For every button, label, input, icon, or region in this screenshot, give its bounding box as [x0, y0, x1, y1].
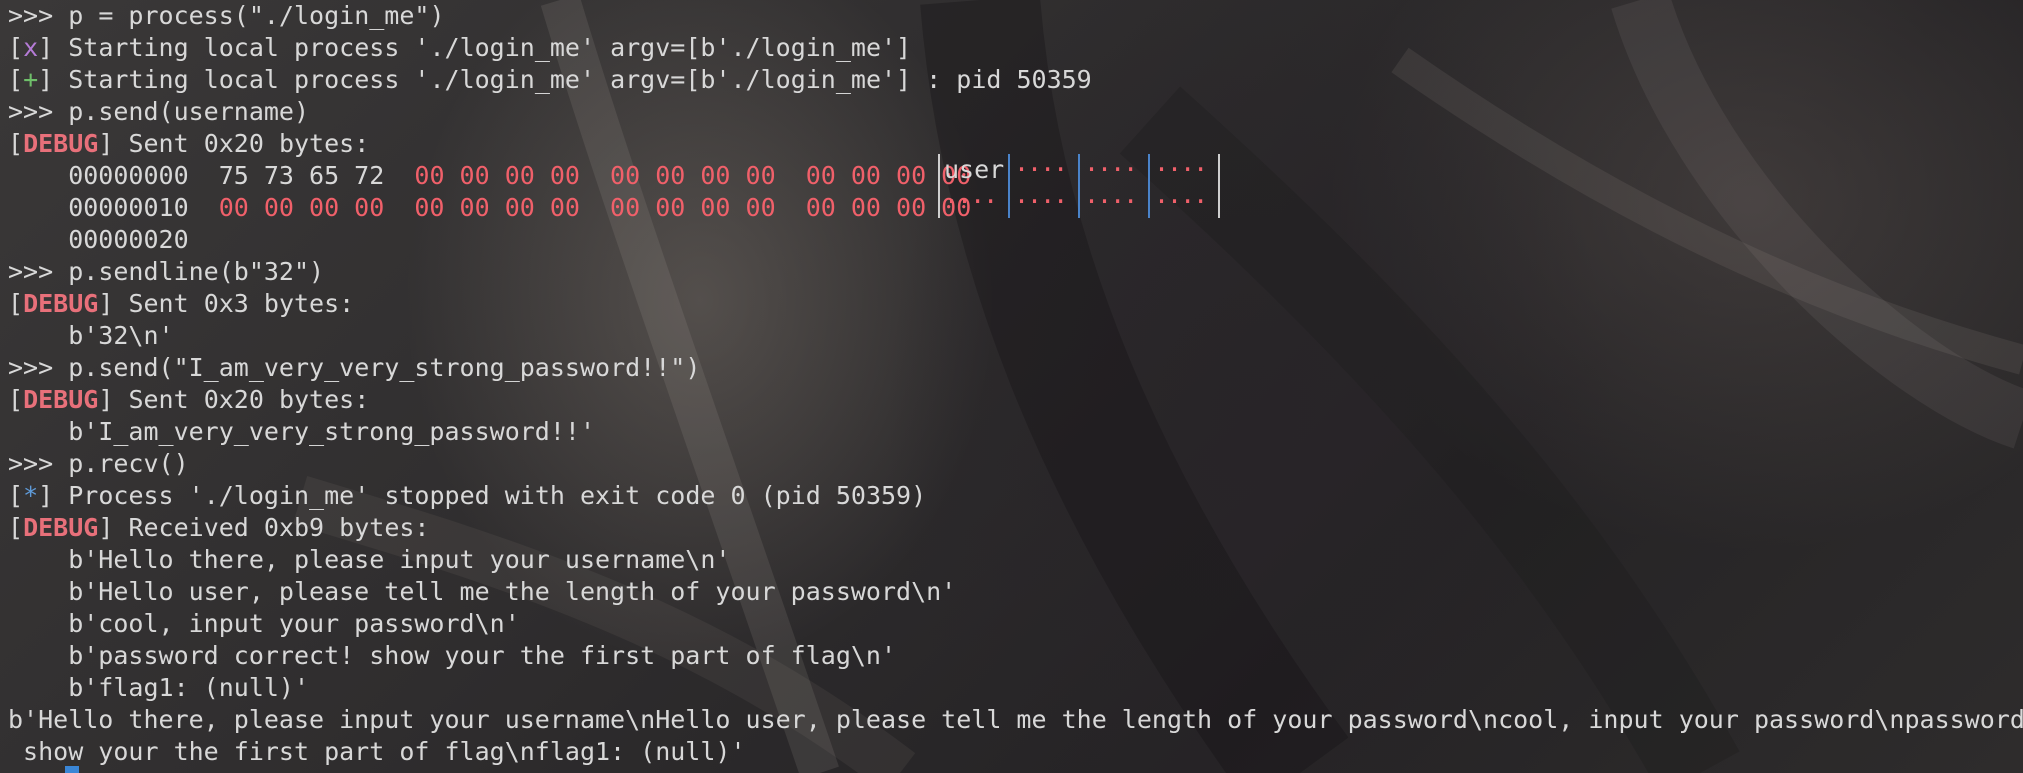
terminal-line: >>> p.send(username)	[8, 97, 310, 126]
hexdump-ascii-row: ···· ···· ···· ····	[938, 186, 1220, 218]
terminal-line: b'password correct! show your the first …	[8, 641, 897, 670]
terminal-line: b'I_am_very_very_strong_password!!'	[8, 417, 595, 446]
debug-marker: DEBUG	[23, 129, 99, 158]
terminal-output: >>> p = process("./login_me") [x] Starti…	[8, 0, 2023, 768]
terminal-line: [DEBUG] Received 0xb9 bytes:	[8, 513, 430, 542]
status-marker-plus: +	[23, 65, 39, 94]
ascii-cell: ····	[1008, 186, 1078, 218]
ascii-cell: ····	[938, 186, 1008, 218]
terminal-line: b'Hello there, please input your usernam…	[8, 705, 2023, 734]
text-cursor	[65, 766, 79, 773]
ascii-cell: ····	[1148, 154, 1220, 186]
terminal-line: [*] Process './login_me' stopped with ex…	[8, 481, 927, 510]
hexdump-ascii-panel: user ···· ···· ···· ···· ···· ···· ····	[938, 154, 1220, 218]
terminal-line: >>> p.recv()	[8, 449, 189, 478]
hexdump-ascii-row: user ···· ···· ····	[938, 154, 1220, 186]
ascii-cell: ····	[1078, 186, 1148, 218]
terminal-line: b'32\n'	[8, 321, 174, 350]
ascii-cell: ····	[1078, 154, 1148, 186]
hexdump-line: 00000020	[8, 225, 189, 254]
terminal-line: [DEBUG] Sent 0x3 bytes:	[8, 289, 355, 318]
terminal-line: b'flag1: (null)'	[8, 673, 310, 702]
terminal-line: b'cool, input your password\n'	[8, 609, 520, 638]
terminal-line: >>> p = process("./login_me")	[8, 1, 445, 30]
ascii-cell: user	[938, 154, 1008, 186]
debug-marker: DEBUG	[23, 513, 99, 542]
ascii-cell: ····	[1148, 186, 1220, 218]
terminal-window[interactable]: >>> p = process("./login_me") [x] Starti…	[0, 0, 2023, 773]
status-marker-x: x	[23, 33, 39, 62]
ascii-cell: ····	[1008, 154, 1078, 186]
debug-marker: DEBUG	[23, 385, 99, 414]
terminal-line: b'Hello there, please input your usernam…	[8, 545, 731, 574]
terminal-line: [x] Starting local process './login_me' …	[8, 33, 912, 62]
terminal-line: [DEBUG] Sent 0x20 bytes:	[8, 385, 370, 414]
status-marker-star: *	[23, 481, 39, 510]
terminal-line: >>> p.send("I_am_very_very_strong_passwo…	[8, 353, 701, 382]
terminal-line: >>> p.sendline(b"32")	[8, 257, 325, 286]
debug-marker: DEBUG	[23, 289, 99, 318]
terminal-line: b'Hello user, please tell me the length …	[8, 577, 957, 606]
terminal-line: show your the first part of flag\nflag1:…	[8, 737, 746, 766]
terminal-line: [+] Starting local process './login_me' …	[8, 65, 1092, 94]
